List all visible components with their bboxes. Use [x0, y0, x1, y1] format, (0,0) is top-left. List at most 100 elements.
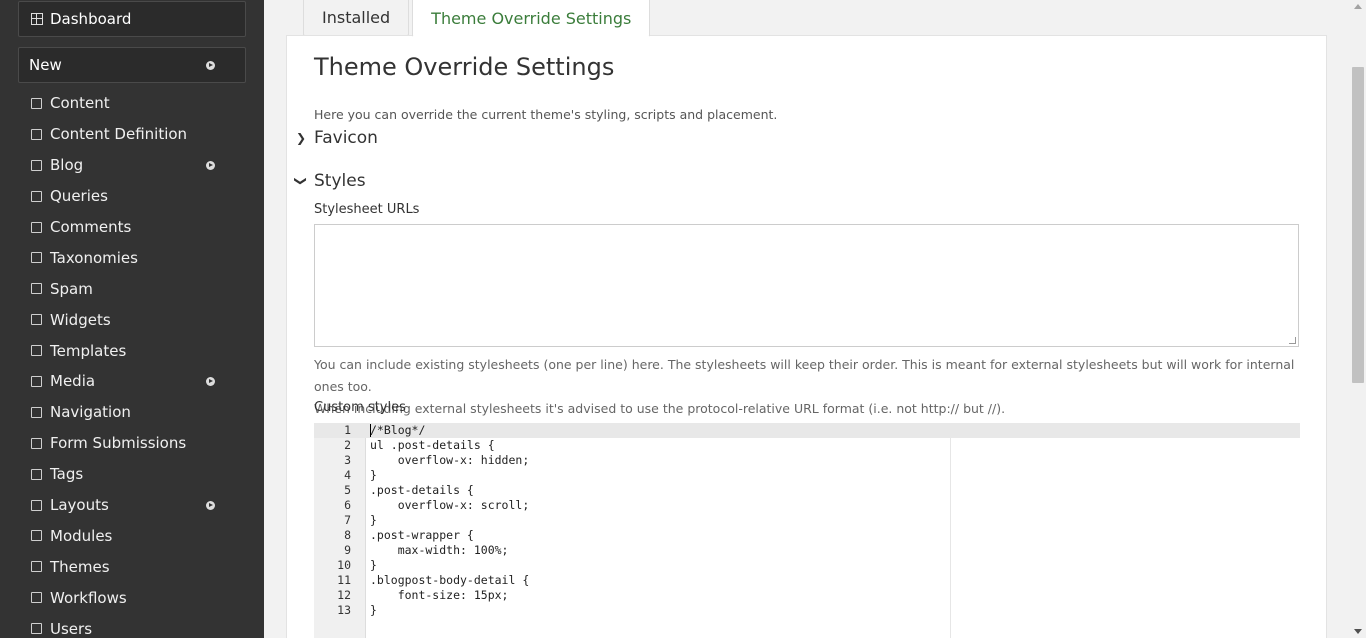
sidebar-item-form-submissions[interactable]: Form Submissions	[0, 428, 264, 459]
list-icon	[31, 406, 42, 418]
sidebar-item-templates[interactable]: Templates	[0, 335, 264, 366]
sidebar-item-comments[interactable]: Comments	[0, 212, 264, 243]
user-icon	[31, 623, 42, 635]
document-icon	[31, 159, 42, 171]
sidebar-item-modules[interactable]: Modules	[0, 520, 264, 551]
styles-section-label: Styles	[314, 171, 366, 191]
line-number: 12	[337, 588, 351, 602]
code-line: 13}	[314, 603, 1300, 618]
line-number: 6	[344, 498, 351, 512]
sidebar-item-content-definition[interactable]: Content Definition	[0, 119, 264, 150]
chevron-right-icon	[206, 160, 215, 170]
box-icon	[31, 283, 42, 295]
sidebar-item-spam[interactable]: Spam	[0, 273, 264, 304]
sidebar-item-users[interactable]: Users	[0, 613, 264, 638]
styles-section-toggle[interactable]: ❯ Styles	[294, 171, 366, 191]
sidebar-item-label: Layouts	[50, 496, 109, 515]
sidebar-item-label: Widgets	[50, 310, 111, 329]
sidebar-item-label: Form Submissions	[50, 434, 187, 453]
sidebar-item-workflows[interactable]: Workflows	[0, 582, 264, 613]
code-line: 4}	[314, 468, 1300, 483]
sidebar-item-label: Users	[50, 619, 93, 638]
custom-styles-code-editor[interactable]: 1/*Blog*/2 ul .post-details {3 overflow-x…	[314, 423, 1300, 638]
new-button[interactable]: New	[18, 47, 246, 83]
sidebar-item-content[interactable]: Content	[0, 88, 264, 119]
help-line: You can include existing stylesheets (on…	[314, 357, 1295, 394]
tab-label: Theme Override Settings	[431, 8, 632, 28]
chevron-right-icon	[206, 500, 215, 510]
stylesheet-urls-textarea[interactable]	[314, 224, 1299, 347]
tab-label: Installed	[322, 8, 391, 27]
list-icon	[31, 437, 42, 449]
scroll-down-icon[interactable]	[1354, 629, 1362, 634]
code-line: 11 .blogpost-body-detail {	[314, 573, 1300, 588]
sidebar-item-tags[interactable]: Tags	[0, 459, 264, 490]
page-scrollbar[interactable]	[1350, 0, 1366, 638]
code-text: .post-wrapper {	[370, 528, 474, 542]
code-line: 6 overflow-x: scroll;	[314, 498, 1300, 513]
chevron-right-icon: ❯	[295, 131, 307, 145]
line-number: 9	[344, 543, 351, 557]
stylesheet-help-text: You can include existing stylesheets (on…	[314, 354, 1314, 420]
page-title: Theme Override Settings	[314, 53, 615, 81]
intro-text: Here you can override the current theme'…	[314, 107, 778, 122]
dashboard-button[interactable]: Dashboard	[18, 1, 246, 37]
code-line: 5 .post-details {	[314, 483, 1300, 498]
layout-icon	[31, 499, 42, 511]
sidebar-item-taxonomies[interactable]: Taxonomies	[0, 242, 264, 273]
code-text: }	[370, 513, 377, 527]
code-line: 1 /*Blog*/	[314, 423, 1300, 438]
resize-handle[interactable]	[1289, 337, 1296, 344]
sidebar-item-label: Media	[50, 372, 96, 391]
code-line: 8 .post-wrapper {	[314, 528, 1300, 543]
scrollbar-thumb[interactable]	[1352, 67, 1364, 383]
tab-theme-override-settings[interactable]: Theme Override Settings	[412, 0, 651, 37]
theme-icon	[31, 561, 42, 573]
code-text: }	[370, 603, 377, 617]
code-icon	[31, 345, 42, 357]
tab-installed[interactable]: Installed	[303, 0, 410, 36]
code-line: 9 max-width: 100%;	[314, 543, 1300, 558]
code-line: 3 overflow-x: hidden;	[314, 453, 1300, 468]
comment-icon	[31, 221, 42, 233]
sidebar-item-label: Spam	[50, 279, 93, 298]
code-text: /*Blog*/	[370, 423, 426, 437]
sidebar-item-label: Queries	[50, 187, 108, 206]
code-line: 12 font-size: 15px;	[314, 588, 1300, 603]
chevron-right-icon	[206, 61, 215, 70]
sidebar-item-label: Taxonomies	[50, 248, 138, 267]
sidebar-item-media[interactable]: Media	[0, 366, 264, 397]
dashboard-icon	[31, 13, 43, 25]
sidebar-item-label: Modules	[50, 526, 113, 545]
tags-icon	[31, 252, 42, 264]
code-text: overflow-x: hidden;	[370, 453, 530, 467]
sidebar-item-blog[interactable]: Blog	[0, 150, 264, 181]
sidebar-menu: Content Content Definition Blog Queries Comm…	[0, 88, 264, 638]
sidebar-item-widgets[interactable]: Widgets	[0, 304, 264, 335]
line-number: 4	[344, 468, 351, 482]
settings-panel: Theme Override Settings Here you can ove…	[286, 35, 1327, 638]
line-number: 5	[344, 483, 351, 497]
sidebar: Dashboard New Content Content Definition B…	[0, 0, 264, 638]
plug-icon	[31, 530, 42, 542]
sidebar-item-label: Workflows	[50, 588, 127, 607]
code-text: overflow-x: scroll;	[370, 498, 530, 512]
favicon-section-toggle[interactable]: ❯ Favicon	[294, 128, 378, 148]
sidebar-item-themes[interactable]: Themes	[0, 551, 264, 582]
scroll-up-icon[interactable]	[1354, 4, 1362, 9]
sidebar-item-label: Blog	[50, 156, 84, 175]
code-text: .blogpost-body-detail {	[370, 573, 530, 587]
code-text: font-size: 15px;	[370, 588, 509, 602]
sidebar-item-queries[interactable]: Queries	[0, 181, 264, 212]
code-text: .post-details {	[370, 483, 474, 497]
sidebar-item-navigation[interactable]: Navigation	[0, 397, 264, 428]
text-cursor	[370, 424, 371, 437]
sidebar-item-label: Navigation	[50, 403, 131, 422]
line-number: 2	[344, 438, 351, 452]
line-number: 10	[337, 558, 351, 572]
code-text: max-width: 100%;	[370, 543, 509, 557]
line-number: 8	[344, 528, 351, 542]
puzzle-icon	[31, 128, 42, 140]
custom-styles-label: Custom styles	[314, 400, 406, 415]
sidebar-item-layouts[interactable]: Layouts	[0, 490, 264, 521]
